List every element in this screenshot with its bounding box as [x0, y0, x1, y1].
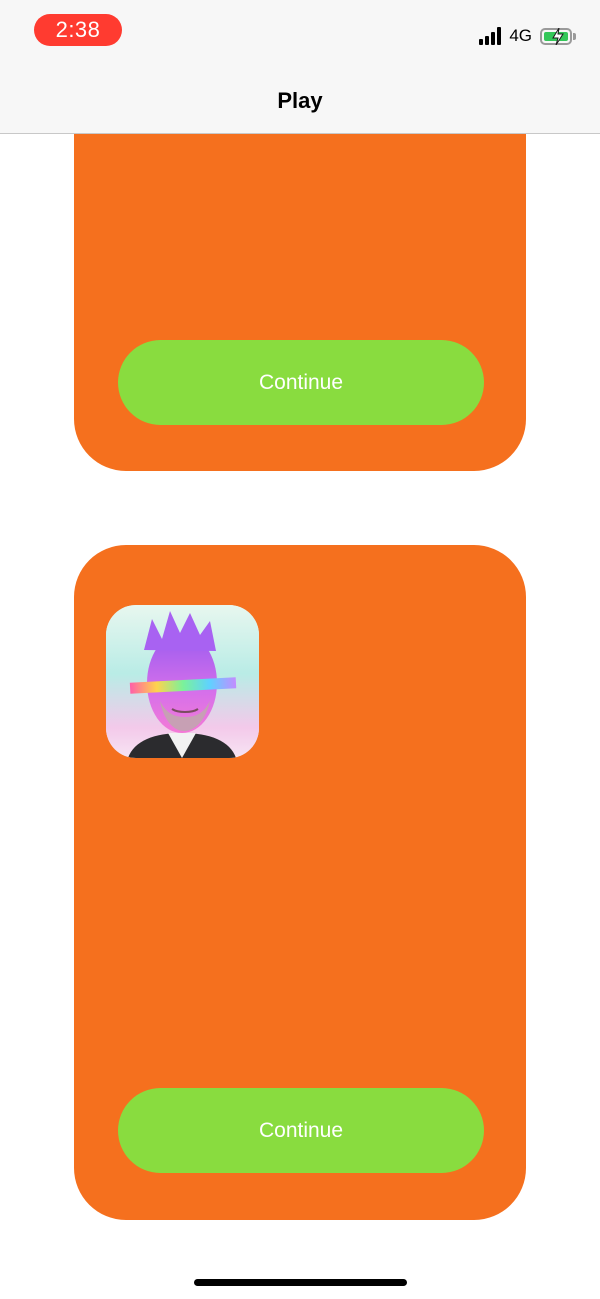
- status-bar: 2:38 4G: [0, 0, 600, 60]
- navigation-bar: Play: [0, 60, 600, 134]
- network-label: 4G: [509, 26, 532, 45]
- portrait-image: [106, 605, 259, 758]
- home-indicator[interactable]: [194, 1279, 407, 1286]
- signal-icon: [479, 27, 502, 45]
- battery-charging-icon: [540, 27, 572, 45]
- status-icons: 4G: [479, 23, 576, 49]
- status-time: 2:38: [34, 14, 122, 46]
- continue-button[interactable]: Continue: [118, 340, 484, 425]
- battery-cap: [573, 32, 576, 40]
- continue-button[interactable]: Continue: [118, 1088, 484, 1173]
- page-title: Play: [277, 88, 323, 113]
- play-card-2: Continue: [74, 545, 526, 1220]
